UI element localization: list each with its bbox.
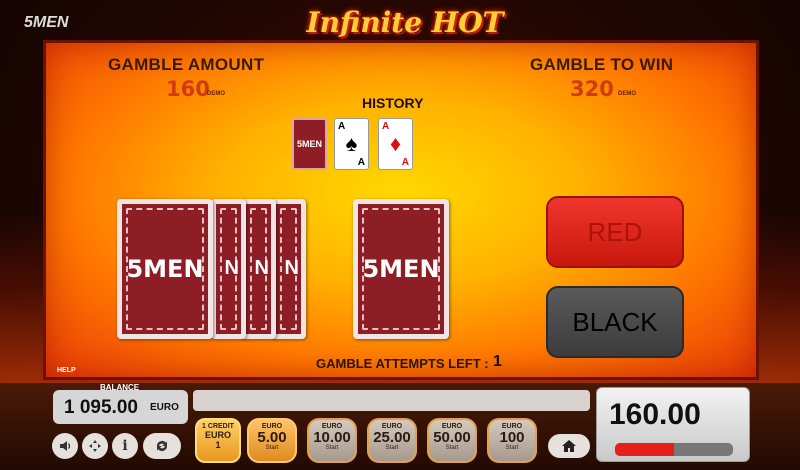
balance-currency: EURO	[150, 402, 179, 413]
help-link[interactable]: HELP	[57, 367, 76, 374]
mystery-card: 5MEN	[353, 199, 449, 339]
win-value: 160.00	[609, 398, 701, 431]
history-label: HISTORY	[362, 95, 424, 111]
deck-logo: 5MEN	[126, 255, 204, 283]
credit-selector[interactable]: 1 CREDIT EURO 1	[195, 418, 241, 463]
bet-value: 5.00	[257, 429, 287, 446]
mystery-card-logo: 5MEN	[362, 255, 440, 283]
balance-value: 1 095.00	[64, 397, 138, 418]
settings-icon[interactable]	[82, 433, 108, 459]
deck-card-logo: N	[254, 257, 269, 279]
bet-button-25[interactable]: EURO 25.00 Start	[367, 418, 417, 463]
card-rank: A	[357, 157, 365, 168]
gamble-panel: GAMBLE AMOUNT 160 DEMO GAMBLE TO WIN 320…	[43, 40, 759, 380]
bet-start: Start	[265, 445, 279, 451]
deck-top-card: 5MEN	[117, 199, 213, 339]
bet-button-10[interactable]: EURO 10.00 Start	[307, 418, 357, 463]
info-icon[interactable]: i	[112, 433, 138, 459]
gamble-to-win-unit: DEMO	[618, 91, 636, 97]
home-icon	[562, 440, 576, 452]
spade-suit-icon: ♠	[345, 131, 358, 156]
card-rank: A	[338, 121, 346, 132]
gamble-attempts-label: GAMBLE ATTEMPTS LEFT :	[316, 356, 489, 371]
diamond-suit-icon: ♦	[389, 131, 402, 156]
gamble-amount-unit: DEMO	[207, 91, 225, 97]
bet-value: 10.00	[313, 429, 351, 446]
bet-button-100[interactable]: EURO 100 Start	[487, 418, 537, 463]
sound-icon[interactable]	[52, 433, 78, 459]
bet-button-5[interactable]: EURO 5.00 Start	[247, 418, 297, 463]
history-card-ace-spades: A ♠ A	[334, 118, 369, 170]
gamble-amount-value: 160	[166, 77, 210, 101]
gamble-progress-bar	[615, 443, 733, 456]
deck-card: N	[271, 199, 306, 339]
gamble-to-win-label: GAMBLE TO WIN	[530, 55, 674, 74]
deck-card: N	[241, 199, 276, 339]
deck-card-logo: N	[224, 257, 239, 279]
card-rank: A	[382, 121, 390, 132]
history-card-logo: 5MEN	[296, 139, 322, 149]
black-button[interactable]: BLACK	[546, 286, 684, 358]
bet-value: 25.00	[373, 429, 411, 446]
bet-start: Start	[505, 445, 519, 451]
card-rank: A	[401, 157, 409, 168]
autoplay-icon[interactable]	[143, 433, 181, 459]
bet-button-50[interactable]: EURO 50.00 Start	[427, 418, 477, 463]
bet-value: 50.00	[433, 429, 471, 446]
game-title: Infinite HOT	[306, 6, 504, 39]
gamble-amount-label: GAMBLE AMOUNT	[108, 55, 265, 74]
home-button[interactable]	[548, 434, 590, 458]
bet-value: 100	[499, 429, 525, 446]
gamble-to-win-value: 320	[570, 77, 614, 101]
credit-currency: EURO	[204, 430, 231, 440]
gamble-attempts-value: 1	[493, 353, 502, 370]
balance-box: 1 095.00 EURO	[53, 390, 188, 424]
deck-card: N	[211, 199, 246, 339]
history-card-back: 5MEN	[292, 118, 327, 170]
brand-logo: 5MEN	[24, 14, 69, 31]
red-button[interactable]: RED	[546, 196, 684, 268]
history-card-ace-diamonds: A ♦ A	[378, 118, 413, 170]
credit-value: 1	[215, 440, 221, 450]
credit-label: 1 CREDIT	[202, 423, 234, 430]
deck-card-logo: N	[284, 257, 299, 279]
win-display: 160.00	[596, 387, 750, 462]
gamble-progress-fill	[615, 443, 674, 456]
message-bar	[193, 390, 590, 411]
